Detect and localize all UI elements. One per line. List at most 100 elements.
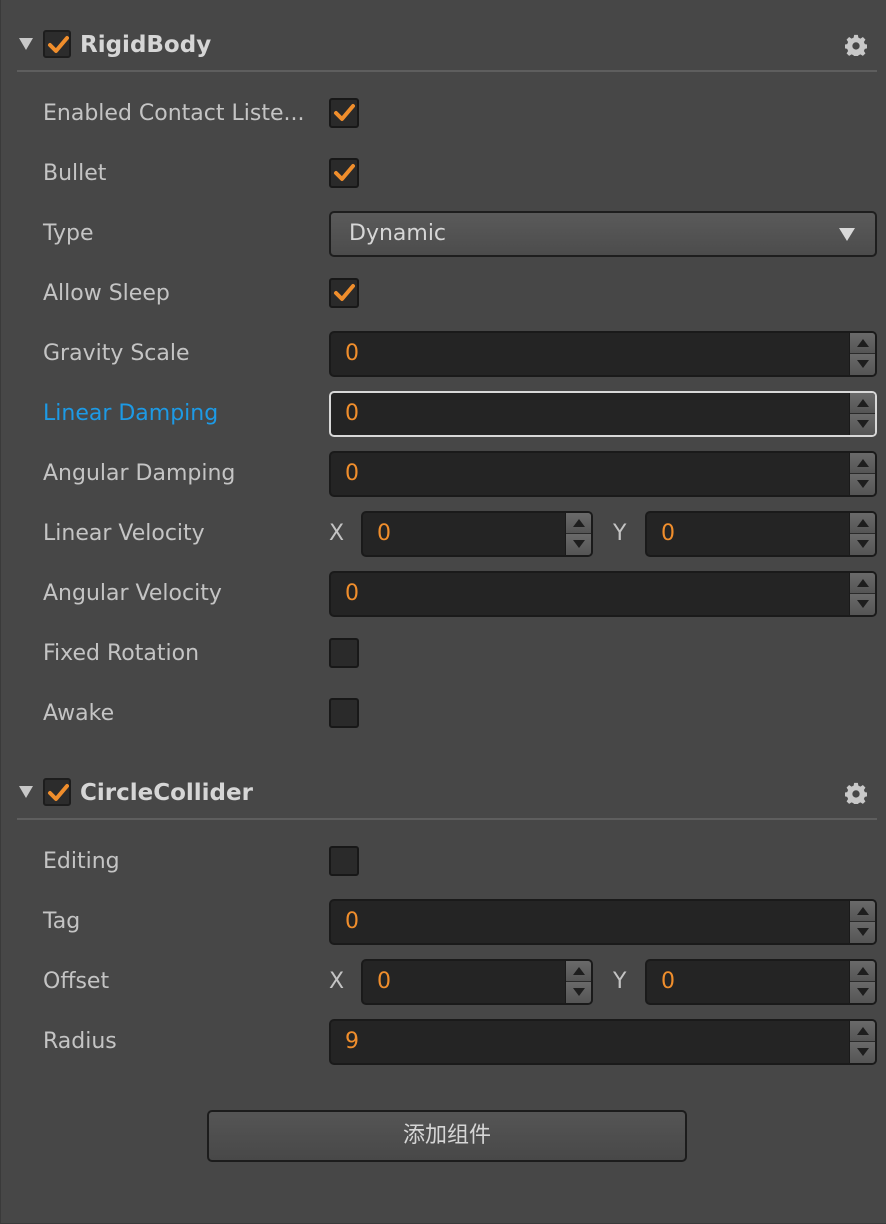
offset-x-spinner: [565, 961, 591, 1003]
editing-checkbox[interactable]: [329, 846, 359, 876]
awake-label: Awake: [43, 701, 115, 726]
gravity-scale-value: 0: [345, 341, 359, 366]
header-divider: [17, 70, 877, 72]
tag-input[interactable]: 0: [329, 899, 877, 945]
increment-button[interactable]: [566, 513, 591, 534]
offset-y-label: Y: [613, 969, 627, 994]
linear-damping-value: 0: [345, 401, 359, 426]
offset-y-input[interactable]: 0: [645, 959, 877, 1005]
fold-triangle-icon[interactable]: [19, 38, 33, 50]
bullet-checkbox[interactable]: [329, 158, 359, 188]
linear-velocity-y-spinner: [849, 513, 875, 555]
angular-velocity-spinner: [849, 573, 875, 615]
decrement-button[interactable]: [566, 534, 591, 555]
row-editing: Editing: [1, 838, 886, 888]
increment-button[interactable]: [850, 333, 875, 354]
gravity-scale-label: Gravity Scale: [43, 341, 190, 366]
circlecollider-header[interactable]: CircleCollider: [1, 770, 886, 820]
increment-button[interactable]: [850, 453, 875, 474]
decrement-button[interactable]: [566, 982, 591, 1003]
circlecollider-title: CircleCollider: [80, 780, 253, 806]
angular-velocity-label: Angular Velocity: [43, 581, 222, 606]
linear-velocity-x-label: X: [329, 521, 345, 546]
linear-damping-label: Linear Damping: [43, 401, 219, 426]
awake-checkbox[interactable]: [329, 698, 359, 728]
row-linear-damping: Linear Damping 0: [1, 390, 886, 440]
rigidbody-enabled-checkbox[interactable]: [43, 30, 71, 58]
linear-velocity-label: Linear Velocity: [43, 521, 205, 546]
rigidbody-header[interactable]: RigidBody: [1, 22, 886, 72]
gravity-scale-spinner: [849, 333, 875, 375]
offset-x-input[interactable]: 0: [361, 959, 593, 1005]
rigidbody-title: RigidBody: [80, 32, 212, 58]
row-gravity-scale: Gravity Scale 0: [1, 330, 886, 380]
angular-damping-spinner: [849, 453, 875, 495]
increment-button[interactable]: [566, 961, 591, 982]
checkmark-icon: [334, 284, 355, 301]
linear-velocity-y-value: 0: [661, 521, 675, 546]
offset-y-spinner: [849, 961, 875, 1003]
chevron-down-icon: [839, 228, 855, 241]
row-fixed-rotation: Fixed Rotation: [1, 630, 886, 680]
row-tag: Tag 0: [1, 898, 886, 948]
decrement-button[interactable]: [850, 414, 875, 435]
allow-sleep-checkbox[interactable]: [329, 278, 359, 308]
radius-label: Radius: [43, 1029, 117, 1054]
type-select[interactable]: Dynamic: [329, 211, 877, 257]
decrement-button[interactable]: [850, 1042, 875, 1063]
linear-velocity-x-value: 0: [377, 521, 391, 546]
increment-button[interactable]: [850, 513, 875, 534]
checkmark-icon: [48, 784, 69, 801]
linear-velocity-y-input[interactable]: 0: [645, 511, 877, 557]
circlecollider-enabled-checkbox[interactable]: [43, 778, 71, 806]
offset-y-value: 0: [661, 969, 675, 994]
increment-button[interactable]: [850, 1021, 875, 1042]
increment-button[interactable]: [850, 901, 875, 922]
row-type: Type Dynamic: [1, 210, 886, 260]
angular-damping-label: Angular Damping: [43, 461, 236, 486]
tag-label: Tag: [43, 909, 81, 934]
row-radius: Radius 9: [1, 1018, 886, 1068]
angular-damping-input[interactable]: 0: [329, 451, 877, 497]
gravity-scale-input[interactable]: 0: [329, 331, 877, 377]
enabled-contact-listener-checkbox[interactable]: [329, 98, 359, 128]
decrement-button[interactable]: [850, 474, 875, 495]
header-divider: [17, 818, 877, 820]
enabled-contact-listener-label: Enabled Contact Liste...: [43, 101, 305, 126]
offset-x-label: X: [329, 969, 345, 994]
linear-damping-spinner: [849, 393, 875, 435]
row-allow-sleep: Allow Sleep: [1, 270, 886, 320]
checkmark-icon: [334, 104, 355, 121]
gear-icon[interactable]: [845, 782, 867, 804]
linear-velocity-x-spinner: [565, 513, 591, 555]
row-bullet: Bullet: [1, 150, 886, 200]
increment-button[interactable]: [850, 393, 875, 414]
angular-velocity-value: 0: [345, 581, 359, 606]
row-enabled-contact-listener: Enabled Contact Liste...: [1, 90, 886, 140]
fold-triangle-icon[interactable]: [19, 786, 33, 798]
allow-sleep-label: Allow Sleep: [43, 281, 170, 306]
decrement-button[interactable]: [850, 354, 875, 375]
row-angular-damping: Angular Damping 0: [1, 450, 886, 500]
fixed-rotation-label: Fixed Rotation: [43, 641, 200, 666]
type-select-value: Dynamic: [349, 221, 447, 246]
fixed-rotation-checkbox[interactable]: [329, 638, 359, 668]
type-label: Type: [43, 221, 94, 246]
linear-velocity-x-input[interactable]: 0: [361, 511, 593, 557]
radius-input[interactable]: 9: [329, 1019, 877, 1065]
linear-damping-input[interactable]: 0: [329, 391, 877, 437]
offset-label: Offset: [43, 969, 110, 994]
angular-velocity-input[interactable]: 0: [329, 571, 877, 617]
increment-button[interactable]: [850, 573, 875, 594]
decrement-button[interactable]: [850, 594, 875, 615]
radius-spinner: [849, 1021, 875, 1063]
gear-icon[interactable]: [845, 34, 867, 56]
angular-damping-value: 0: [345, 461, 359, 486]
add-component-button[interactable]: 添加组件: [207, 1110, 687, 1162]
tag-value: 0: [345, 909, 359, 934]
checkmark-icon: [334, 164, 355, 181]
increment-button[interactable]: [850, 961, 875, 982]
decrement-button[interactable]: [850, 534, 875, 555]
decrement-button[interactable]: [850, 922, 875, 943]
decrement-button[interactable]: [850, 982, 875, 1003]
